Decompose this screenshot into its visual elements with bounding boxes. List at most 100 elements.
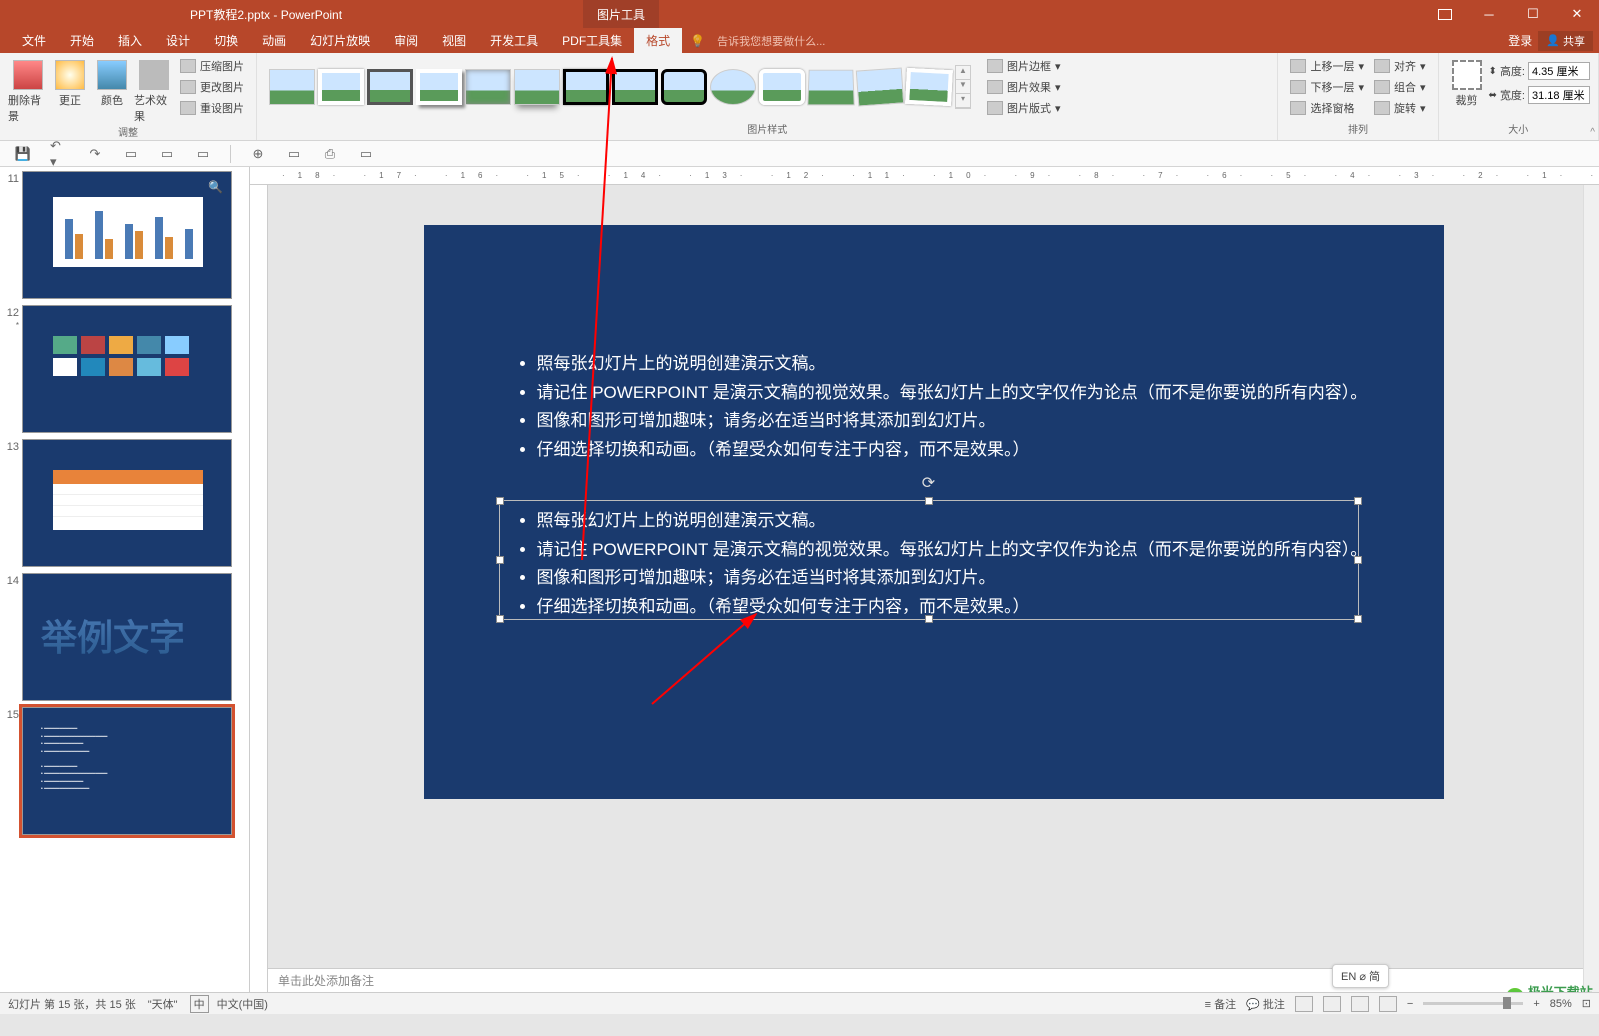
tell-me-search[interactable]: 告诉我您想要做什么... [717, 33, 825, 49]
tab-file[interactable]: 文件 [10, 28, 58, 53]
slide-canvas-area[interactable]: 照每张幻灯片上的说明创建演示文稿。 请记住 POWERPOINT 是演示文稿的视… [268, 185, 1599, 992]
tab-developer[interactable]: 开发工具 [478, 28, 550, 53]
style-thumb[interactable] [318, 69, 364, 105]
resize-handle[interactable] [496, 556, 504, 564]
bullet-list-2[interactable]: 照每张幻灯片上的说明创建演示文稿。 请记住 POWERPOINT 是演示文稿的视… [519, 507, 1368, 621]
slide-thumb-13[interactable]: 13 [4, 439, 245, 567]
color-button[interactable]: 颜色 [92, 56, 132, 108]
qat-icon[interactable]: ▭ [357, 145, 375, 163]
collapse-ribbon-icon[interactable]: ^ [1590, 127, 1595, 138]
tab-pdf[interactable]: PDF工具集 [550, 28, 634, 53]
zoom-in-icon[interactable]: + [1533, 998, 1539, 1010]
notes-toggle[interactable]: ≡ 备注 [1205, 996, 1236, 1012]
tab-transitions[interactable]: 切换 [202, 28, 250, 53]
style-thumb[interactable] [807, 70, 854, 106]
style-thumb[interactable] [856, 67, 904, 106]
resize-handle[interactable] [925, 497, 933, 505]
picture-border-button[interactable]: 图片边框 ▾ [983, 56, 1065, 76]
selection-pane-button[interactable]: 选择窗格 [1286, 98, 1368, 118]
style-thumb[interactable] [269, 69, 315, 105]
tab-animations[interactable]: 动画 [250, 28, 298, 53]
ribbon-group-adjust: 删除背景 更正 颜色 艺术效果 压缩图片 更改图片 重设图片 调整 [0, 53, 257, 140]
slide-thumb-14[interactable]: 14 举例文字 [4, 573, 245, 701]
picture-effects-button[interactable]: 图片效果 ▾ [983, 77, 1065, 97]
style-thumb[interactable] [465, 69, 511, 105]
reading-view-icon[interactable] [1351, 996, 1369, 1012]
lang-badge[interactable]: 中 [190, 995, 209, 1013]
slide-thumb-11[interactable]: 11 🔍 [4, 171, 245, 299]
style-thumb[interactable] [759, 69, 805, 105]
style-thumb[interactable] [563, 69, 609, 105]
style-thumb[interactable] [661, 69, 707, 105]
picture-layout-button[interactable]: 图片版式 ▾ [983, 98, 1065, 118]
slide-thumb-12[interactable]: 12* [4, 305, 245, 433]
rotate-button[interactable]: 旋转 ▾ [1370, 98, 1430, 118]
qat-icon[interactable]: ⎙ [321, 145, 339, 163]
qat-icon[interactable]: ▭ [194, 145, 212, 163]
qat-icon[interactable]: ▭ [122, 145, 140, 163]
qat-icon[interactable]: ▭ [158, 145, 176, 163]
group-button[interactable]: 组合 ▾ [1370, 77, 1430, 97]
slideshow-view-icon[interactable] [1379, 996, 1397, 1012]
maximize-button[interactable]: ☐ [1511, 0, 1555, 28]
qat-icon[interactable]: ⊕ [249, 145, 267, 163]
change-picture-button[interactable]: 更改图片 [176, 77, 248, 97]
gallery-scroll[interactable]: ▲▼▾ [955, 65, 971, 109]
ribbon: 删除背景 更正 颜色 艺术效果 压缩图片 更改图片 重设图片 调整 [0, 53, 1599, 141]
height-input[interactable]: ⬍高度: [1489, 62, 1590, 80]
tab-view[interactable]: 视图 [430, 28, 478, 53]
tab-home[interactable]: 开始 [58, 28, 106, 53]
tab-format[interactable]: 格式 [634, 28, 682, 53]
ribbon-display-icon[interactable] [1438, 9, 1452, 20]
redo-icon[interactable]: ↷ [86, 145, 104, 163]
tab-insert[interactable]: 插入 [106, 28, 154, 53]
zoom-out-icon[interactable]: − [1407, 998, 1413, 1010]
contextual-tab-picture-tools[interactable]: 图片工具 [583, 0, 659, 28]
vertical-scrollbar[interactable] [1583, 185, 1599, 992]
style-thumb[interactable] [416, 69, 462, 105]
minimize-button[interactable]: ─ [1467, 0, 1511, 28]
comments-toggle[interactable]: 💬 批注 [1246, 996, 1285, 1012]
vertical-ruler[interactable] [250, 185, 268, 992]
artistic-effects-button[interactable]: 艺术效果 [134, 56, 174, 124]
qat-icon[interactable]: ▭ [285, 145, 303, 163]
zoom-slider[interactable] [1423, 1002, 1523, 1005]
current-slide[interactable]: 照每张幻灯片上的说明创建演示文稿。 请记住 POWERPOINT 是演示文稿的视… [424, 225, 1444, 799]
reset-picture-button[interactable]: 重设图片 [176, 98, 248, 118]
tab-review[interactable]: 审阅 [382, 28, 430, 53]
crop-button[interactable]: 裁剪 [1447, 56, 1487, 108]
resize-handle[interactable] [1354, 497, 1362, 505]
sorter-view-icon[interactable] [1323, 996, 1341, 1012]
style-thumb[interactable] [905, 68, 953, 106]
rotate-handle-icon[interactable]: ⟳ [922, 473, 935, 493]
picture-style-gallery[interactable]: ▲▼▾ [265, 61, 975, 113]
compress-picture-button[interactable]: 压缩图片 [176, 56, 248, 76]
undo-icon[interactable]: ↶ ▾ [50, 145, 68, 163]
horizontal-ruler[interactable]: ·18· ·17· ·16· ·15· ·14· ·13· ·12· ·11· … [250, 167, 1599, 185]
tab-design[interactable]: 设计 [154, 28, 202, 53]
width-input[interactable]: ⬌宽度: [1489, 86, 1590, 104]
remove-background-button[interactable]: 删除背景 [8, 56, 48, 124]
language-status[interactable]: 中文(中国) [217, 996, 268, 1012]
send-backward-button[interactable]: 下移一层 ▾ [1286, 77, 1368, 97]
style-thumb[interactable] [710, 69, 756, 105]
share-button[interactable]: 👤共享 [1538, 31, 1593, 51]
zoom-level[interactable]: 85% [1550, 998, 1572, 1010]
style-thumb[interactable] [367, 69, 413, 105]
ime-indicator[interactable]: EN ⌀ 简 [1332, 964, 1389, 988]
resize-handle[interactable] [496, 497, 504, 505]
close-button[interactable]: ✕ [1555, 0, 1599, 28]
fit-to-window-icon[interactable]: ⊡ [1582, 997, 1591, 1010]
align-button[interactable]: 对齐 ▾ [1370, 56, 1430, 76]
save-icon[interactable]: 💾 [14, 145, 32, 163]
slide-thumb-15[interactable]: 15 • ━━━━━━━━━━━• ━━━━━━━━━━━━━━━━━━━━━•… [4, 707, 245, 835]
normal-view-icon[interactable] [1295, 996, 1313, 1012]
bring-forward-button[interactable]: 上移一层 ▾ [1286, 56, 1368, 76]
slide-thumbnails-panel[interactable]: 11 🔍 12* [0, 167, 250, 992]
style-thumb[interactable] [514, 69, 560, 105]
resize-handle[interactable] [496, 615, 504, 623]
tab-slideshow[interactable]: 幻灯片放映 [298, 28, 382, 53]
corrections-button[interactable]: 更正 [50, 56, 90, 108]
style-thumb[interactable] [612, 69, 658, 105]
login-link[interactable]: 登录 [1508, 32, 1532, 49]
